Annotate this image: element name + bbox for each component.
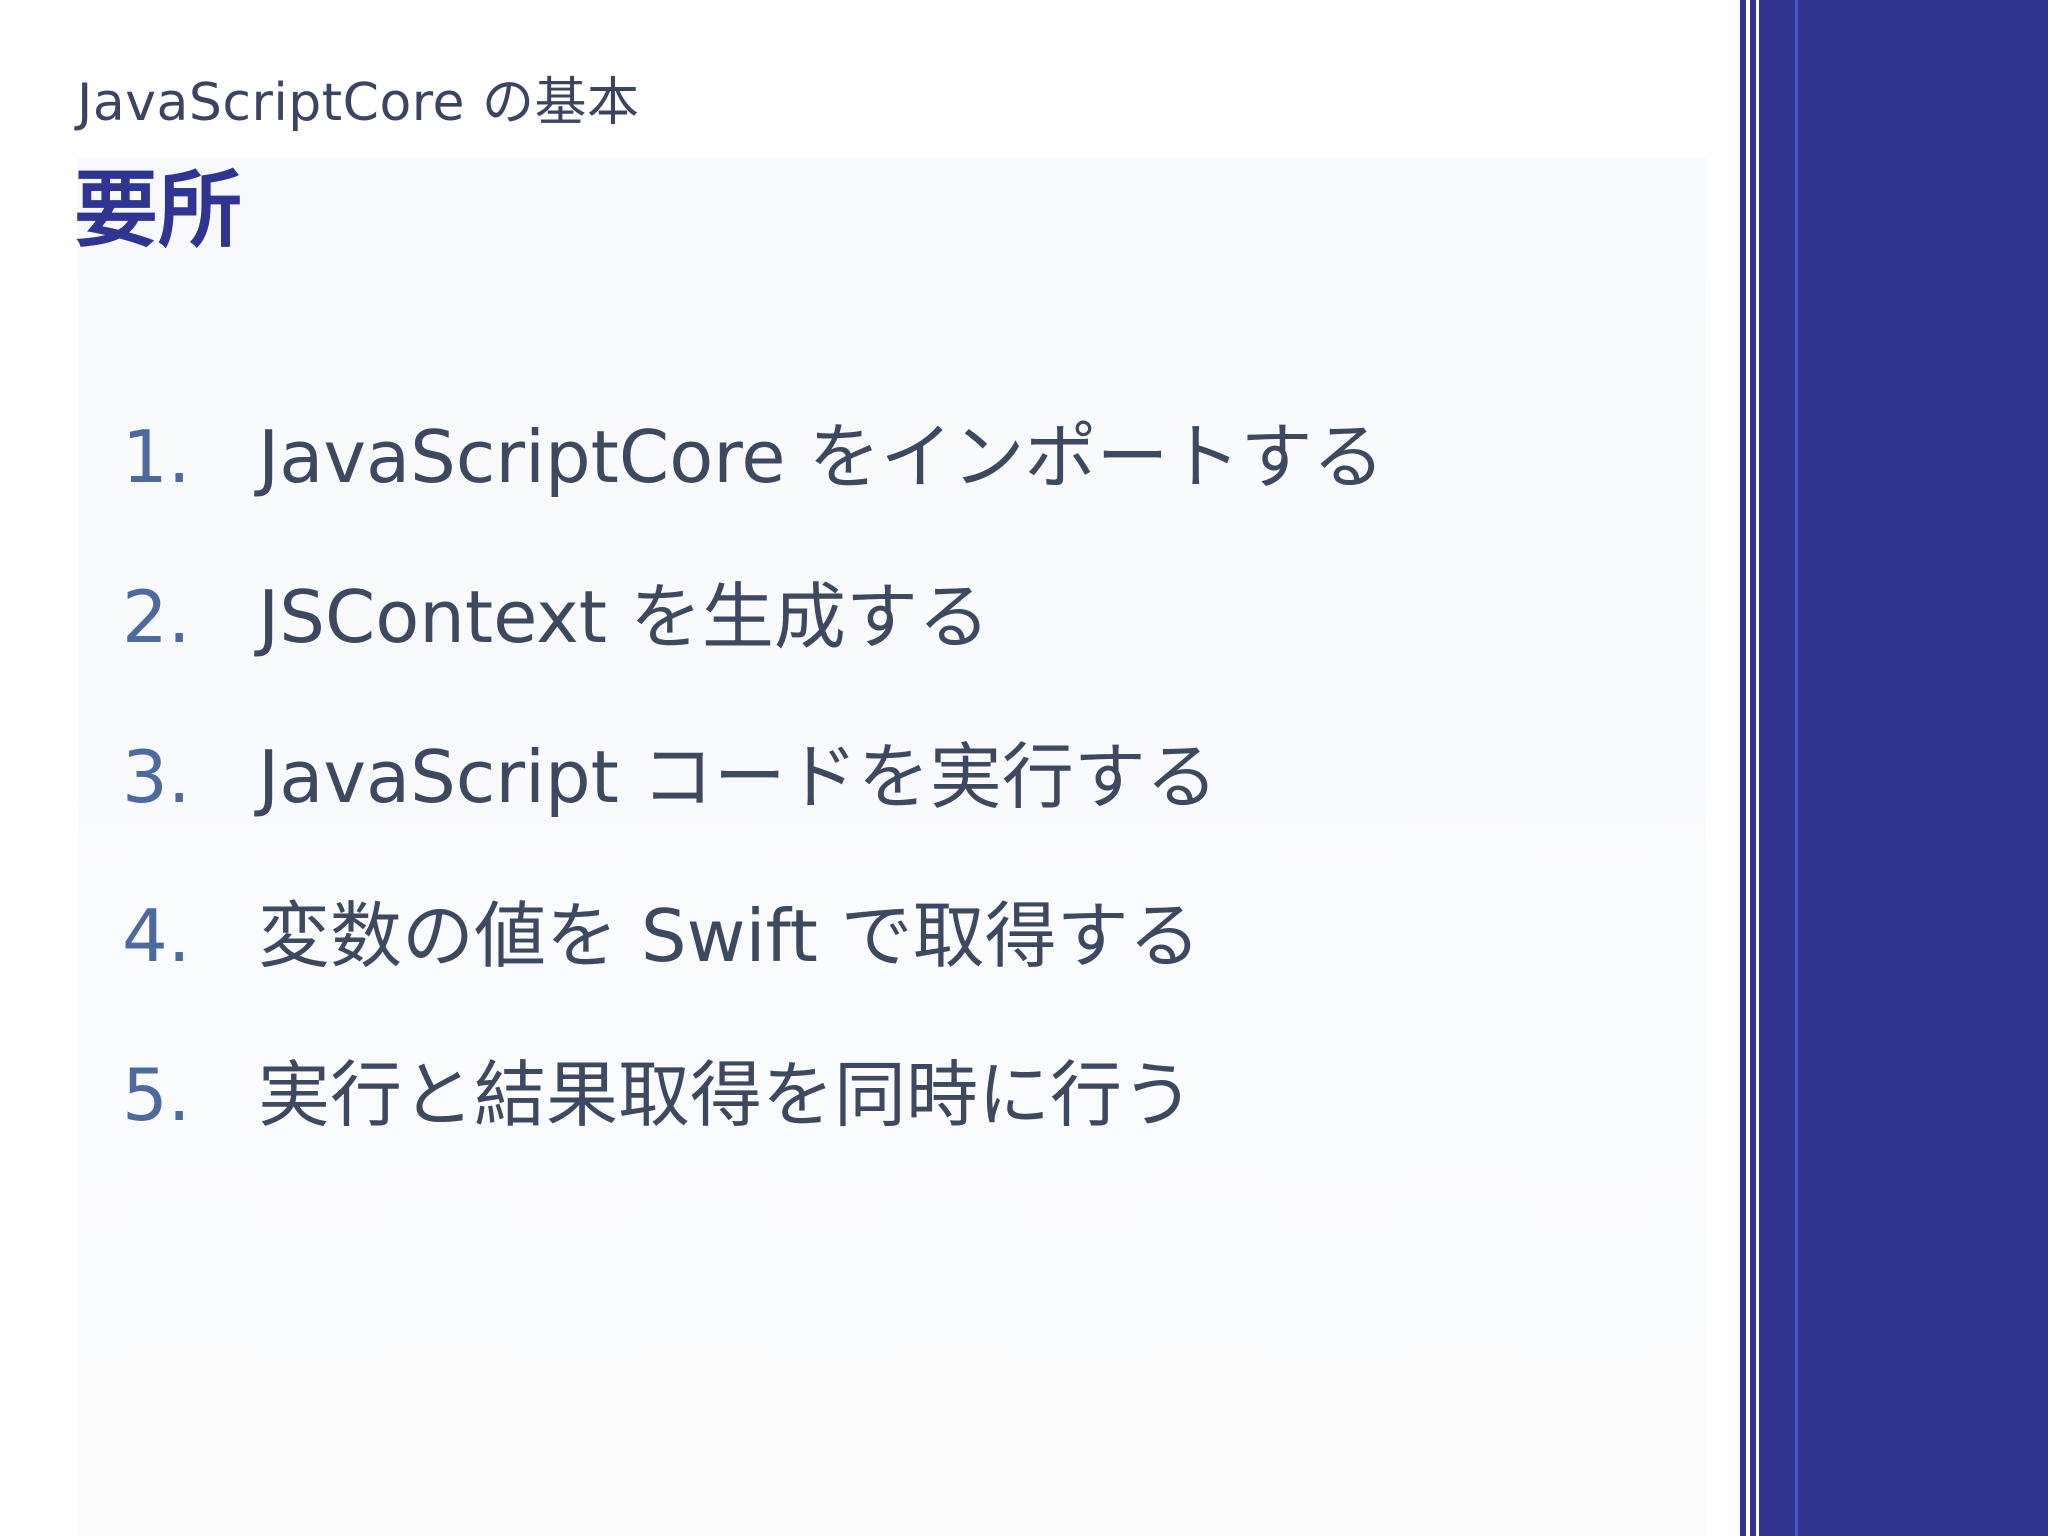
list-item: 2. JSContext を生成する bbox=[122, 562, 1682, 672]
slide-subtitle: JavaScriptCore の基本 bbox=[77, 73, 640, 133]
item-text: JSContext を生成する bbox=[258, 575, 990, 659]
list-item: 1. JavaScriptCore をインポートする bbox=[122, 402, 1682, 512]
sidebar-stripe bbox=[1746, 0, 1750, 1536]
slide-title: 要所 bbox=[74, 161, 243, 259]
item-number: 2. bbox=[122, 575, 191, 659]
item-text: JavaScript コードを実行する bbox=[258, 735, 1218, 819]
list-item: 3. JavaScript コードを実行する bbox=[122, 722, 1682, 832]
item-text: 変数の値を Swift で取得する bbox=[258, 894, 1201, 978]
item-number: 5. bbox=[122, 1053, 191, 1137]
item-number: 4. bbox=[122, 894, 191, 978]
item-number: 1. bbox=[122, 415, 191, 499]
decorative-sidebar bbox=[1740, 0, 2048, 1536]
sidebar-stripe bbox=[1795, 0, 1798, 1536]
item-text: JavaScriptCore をインポートする bbox=[258, 415, 1385, 499]
list-item: 5. 実行と結果取得を同時に行う bbox=[122, 1040, 1682, 1150]
item-text: 実行と結果取得を同時に行う bbox=[258, 1053, 1195, 1137]
list-item: 4. 変数の値を Swift で取得する bbox=[122, 881, 1682, 991]
content-panel bbox=[78, 158, 1706, 1536]
sidebar-stripe bbox=[1756, 0, 1759, 1536]
item-number: 3. bbox=[122, 735, 191, 819]
